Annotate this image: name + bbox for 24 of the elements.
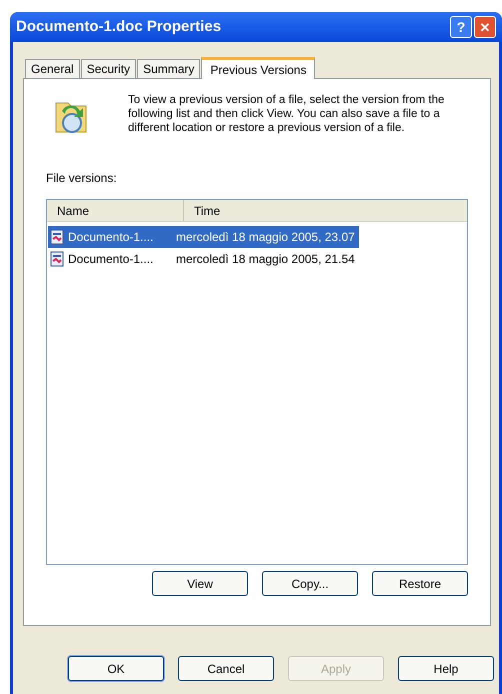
dialog-button[interactable]: OK [68,656,164,681]
dialog-button[interactable]: Help [398,656,494,681]
dialog-button[interactable]: View [152,571,248,596]
tab[interactable]: Previous Versions [201,57,316,79]
tab[interactable]: Summary [137,59,200,78]
time-cell-text: mercoledì 18 maggio 2005, 21.54 [176,251,355,268]
document-icon [50,251,64,267]
column-header[interactable]: Name [47,200,184,221]
column-header[interactable]: Time [184,200,467,221]
document-icon [50,229,64,245]
dialog-button[interactable]: Copy... [262,571,358,596]
tab[interactable]: Security [80,59,136,78]
dialog-button[interactable]: Restore [372,571,468,596]
version-row[interactable]: Documento-1.... mercoledì 18 maggio 2005, 23.07 [48,226,359,248]
dialog-button[interactable]: Cancel [178,656,274,681]
close-button[interactable]: ✕ [474,16,496,38]
description-text: To view a previous version of a file, select the version from the following list and then click View. You can also save a file to a different location or restore a previous version of a file. [128,93,446,135]
file-name-cell-text: Documento-1.... [68,229,154,246]
time-cell-text: mercoledì 18 maggio 2005, 23.07 [176,229,355,246]
window-title: Documento-1.doc Properties [16,16,222,37]
list-label: File versions: [46,170,117,187]
help-button[interactable]: ? [450,16,472,38]
file-name-cell-text: Documento-1.... [68,251,154,268]
tab[interactable]: General [25,59,80,78]
